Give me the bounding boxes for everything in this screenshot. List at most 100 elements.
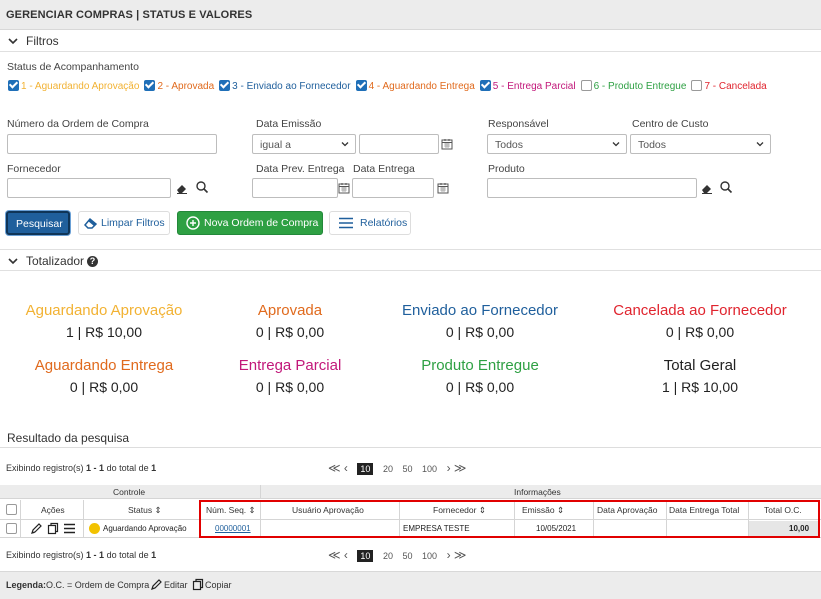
- status-checkbox-4[interactable]: [355, 80, 367, 91]
- status-checkbox-3[interactable]: [219, 80, 231, 91]
- group-divider: [260, 485, 261, 499]
- pager-next[interactable]: › ≫: [447, 548, 467, 562]
- nova-ordem-label: Nova Ordem de Compra: [204, 217, 319, 229]
- pager-prev[interactable]: ≪ ‹: [328, 548, 348, 562]
- pager-page-20[interactable]: 20: [383, 551, 393, 561]
- totalizador-item-title: Produto Entregue: [421, 357, 539, 374]
- filters-title: Filtros: [26, 34, 59, 48]
- plus-circle-icon: [186, 216, 200, 230]
- totalizador-item-value: 1 | R$ 10,00: [661, 379, 739, 395]
- status-filter-3[interactable]: 3 - Enviado ao Fornecedor: [219, 80, 351, 92]
- page-header: GERENCIAR COMPRAS | STATUS E VALORES: [0, 0, 821, 30]
- centro-custo-value: Todos: [638, 139, 667, 151]
- status-checkbox-6[interactable]: [580, 80, 592, 91]
- search-icon[interactable]: [195, 180, 209, 194]
- search-icon[interactable]: [719, 180, 733, 194]
- showing-range: 1 - 1: [86, 463, 105, 473]
- col-status[interactable]: Status ⇕: [128, 505, 162, 516]
- fornecedor-label: Fornecedor: [7, 163, 61, 175]
- num-ordem-label: Número da Ordem de Compra: [7, 118, 149, 130]
- help-icon[interactable]: ?: [87, 256, 99, 267]
- eraser-icon[interactable]: [700, 181, 714, 195]
- status-filter-5[interactable]: 5 - Entrega Parcial: [479, 80, 576, 92]
- data-entrega-input[interactable]: [352, 178, 434, 198]
- limpar-filtros-button[interactable]: Limpar Filtros: [78, 211, 170, 235]
- data-emissao-input[interactable]: [359, 134, 439, 154]
- responsavel-label: Responsável: [488, 118, 549, 130]
- pager-page-10[interactable]: 10: [357, 550, 374, 562]
- showing-total: 1: [151, 463, 157, 473]
- data-prev-entrega-input[interactable]: [252, 178, 338, 198]
- calendar-icon[interactable]: [338, 182, 350, 194]
- status-filter-6[interactable]: 6 - Produto Entregue: [580, 80, 686, 92]
- showing-mid: do total de: [106, 463, 149, 473]
- showing-info-bottom: Exibindo registro(s) 1 - 1 do total de 1: [6, 550, 156, 560]
- chevron-down-icon: [341, 142, 349, 147]
- col-divider: [83, 500, 84, 538]
- pesquisar-button[interactable]: Pesquisar: [6, 211, 70, 235]
- pager-prev[interactable]: ≪ ‹: [328, 461, 348, 475]
- pager-page-50[interactable]: 50: [402, 551, 412, 561]
- pager-bottom: ≪ ‹ 10 20 50 100 › ≫: [328, 548, 473, 564]
- totalizador-item-title: Cancelada ao Fornecedor: [613, 302, 787, 319]
- pager-page-100[interactable]: 100: [422, 551, 437, 561]
- totalizador-title-text: Totalizador: [26, 254, 85, 268]
- status-filter-4[interactable]: 4 - Aguardando Entrega: [355, 80, 475, 92]
- legend-label: Legenda:: [6, 580, 47, 590]
- chevron-down-icon: [612, 142, 620, 147]
- produto-label: Produto: [488, 163, 525, 175]
- data-prev-entrega-label: Data Prev. Entrega: [256, 163, 345, 175]
- centro-custo-select[interactable]: Todos: [630, 134, 771, 154]
- select-all-checkbox[interactable]: [6, 504, 17, 515]
- status-filter-1[interactable]: 1 - Aguardando Aprovação: [8, 80, 139, 92]
- pager-page-20[interactable]: 20: [383, 464, 393, 474]
- group-controle: Controle: [113, 487, 146, 497]
- pager-page-100[interactable]: 100: [422, 464, 437, 474]
- filters-section-toggle[interactable]: Filtros: [0, 30, 821, 52]
- chevron-down-icon: [756, 142, 764, 147]
- status-filter-7[interactable]: 7 - Cancelada: [691, 80, 767, 92]
- showing-prefix: Exibindo registro(s): [6, 463, 84, 473]
- page-title: GERENCIAR COMPRAS | STATUS E VALORES: [6, 9, 253, 21]
- fornecedor-input[interactable]: [7, 178, 171, 198]
- menu-lines-icon[interactable]: [63, 523, 76, 534]
- status-filter-label-5: 5 - Entrega Parcial: [492, 81, 576, 92]
- status-filter-label-7: 7 - Cancelada: [704, 81, 767, 92]
- pencil-icon[interactable]: [30, 522, 42, 535]
- status-checkbox-list: 1 - Aguardando Aprovação 2 - Aprovada 3 - …: [8, 80, 772, 94]
- status-filter-2[interactable]: 2 - Aprovada: [144, 80, 214, 92]
- status-checkbox-5[interactable]: [479, 80, 491, 91]
- totalizador-item-title: Enviado ao Fornecedor: [402, 302, 558, 319]
- status-checkbox-1[interactable]: [8, 80, 19, 91]
- nova-ordem-button[interactable]: Nova Ordem de Compra: [177, 211, 323, 235]
- highlight-box: [199, 500, 820, 538]
- produto-input[interactable]: [487, 178, 697, 198]
- pesquisar-label: Pesquisar: [16, 218, 63, 230]
- group-informacoes: Informações: [514, 487, 561, 497]
- limpar-filtros-label: Limpar Filtros: [101, 217, 165, 229]
- copy-icon[interactable]: [47, 522, 59, 535]
- status-checkbox-2[interactable]: [144, 80, 156, 91]
- eraser-icon[interactable]: [175, 181, 189, 195]
- showing-prefix: Exibindo registro(s): [6, 550, 84, 560]
- row-checkbox[interactable]: [6, 523, 17, 534]
- status-checkbox-7[interactable]: [691, 80, 703, 91]
- data-emissao-operator-select[interactable]: igual a: [252, 134, 356, 154]
- menu-lines-icon: [339, 217, 353, 229]
- totalizador-item-value: 0 | R$ 0,00: [255, 379, 325, 395]
- totalizador-section-toggle[interactable]: Totalizador?: [0, 249, 821, 271]
- legend-copiar: Copiar: [205, 580, 232, 590]
- calendar-icon[interactable]: [437, 182, 449, 194]
- responsavel-select[interactable]: Todos: [487, 134, 627, 154]
- num-ordem-input[interactable]: [7, 134, 217, 154]
- pager-page-50[interactable]: 50: [402, 464, 412, 474]
- pager-page-10[interactable]: 10: [357, 463, 374, 475]
- totalizador-item-value: 0 | R$ 0,00: [69, 379, 139, 395]
- status-label: Status de Acompanhamento: [7, 61, 139, 73]
- pager-next[interactable]: › ≫: [447, 461, 467, 475]
- showing-range: 1 - 1: [86, 550, 105, 560]
- calendar-icon[interactable]: [441, 138, 453, 150]
- relatorios-button[interactable]: Relatórios: [329, 211, 411, 235]
- data-emissao-operator-value: igual a: [260, 139, 291, 151]
- totalizador-item-value: 0 | R$ 0,00: [445, 379, 515, 395]
